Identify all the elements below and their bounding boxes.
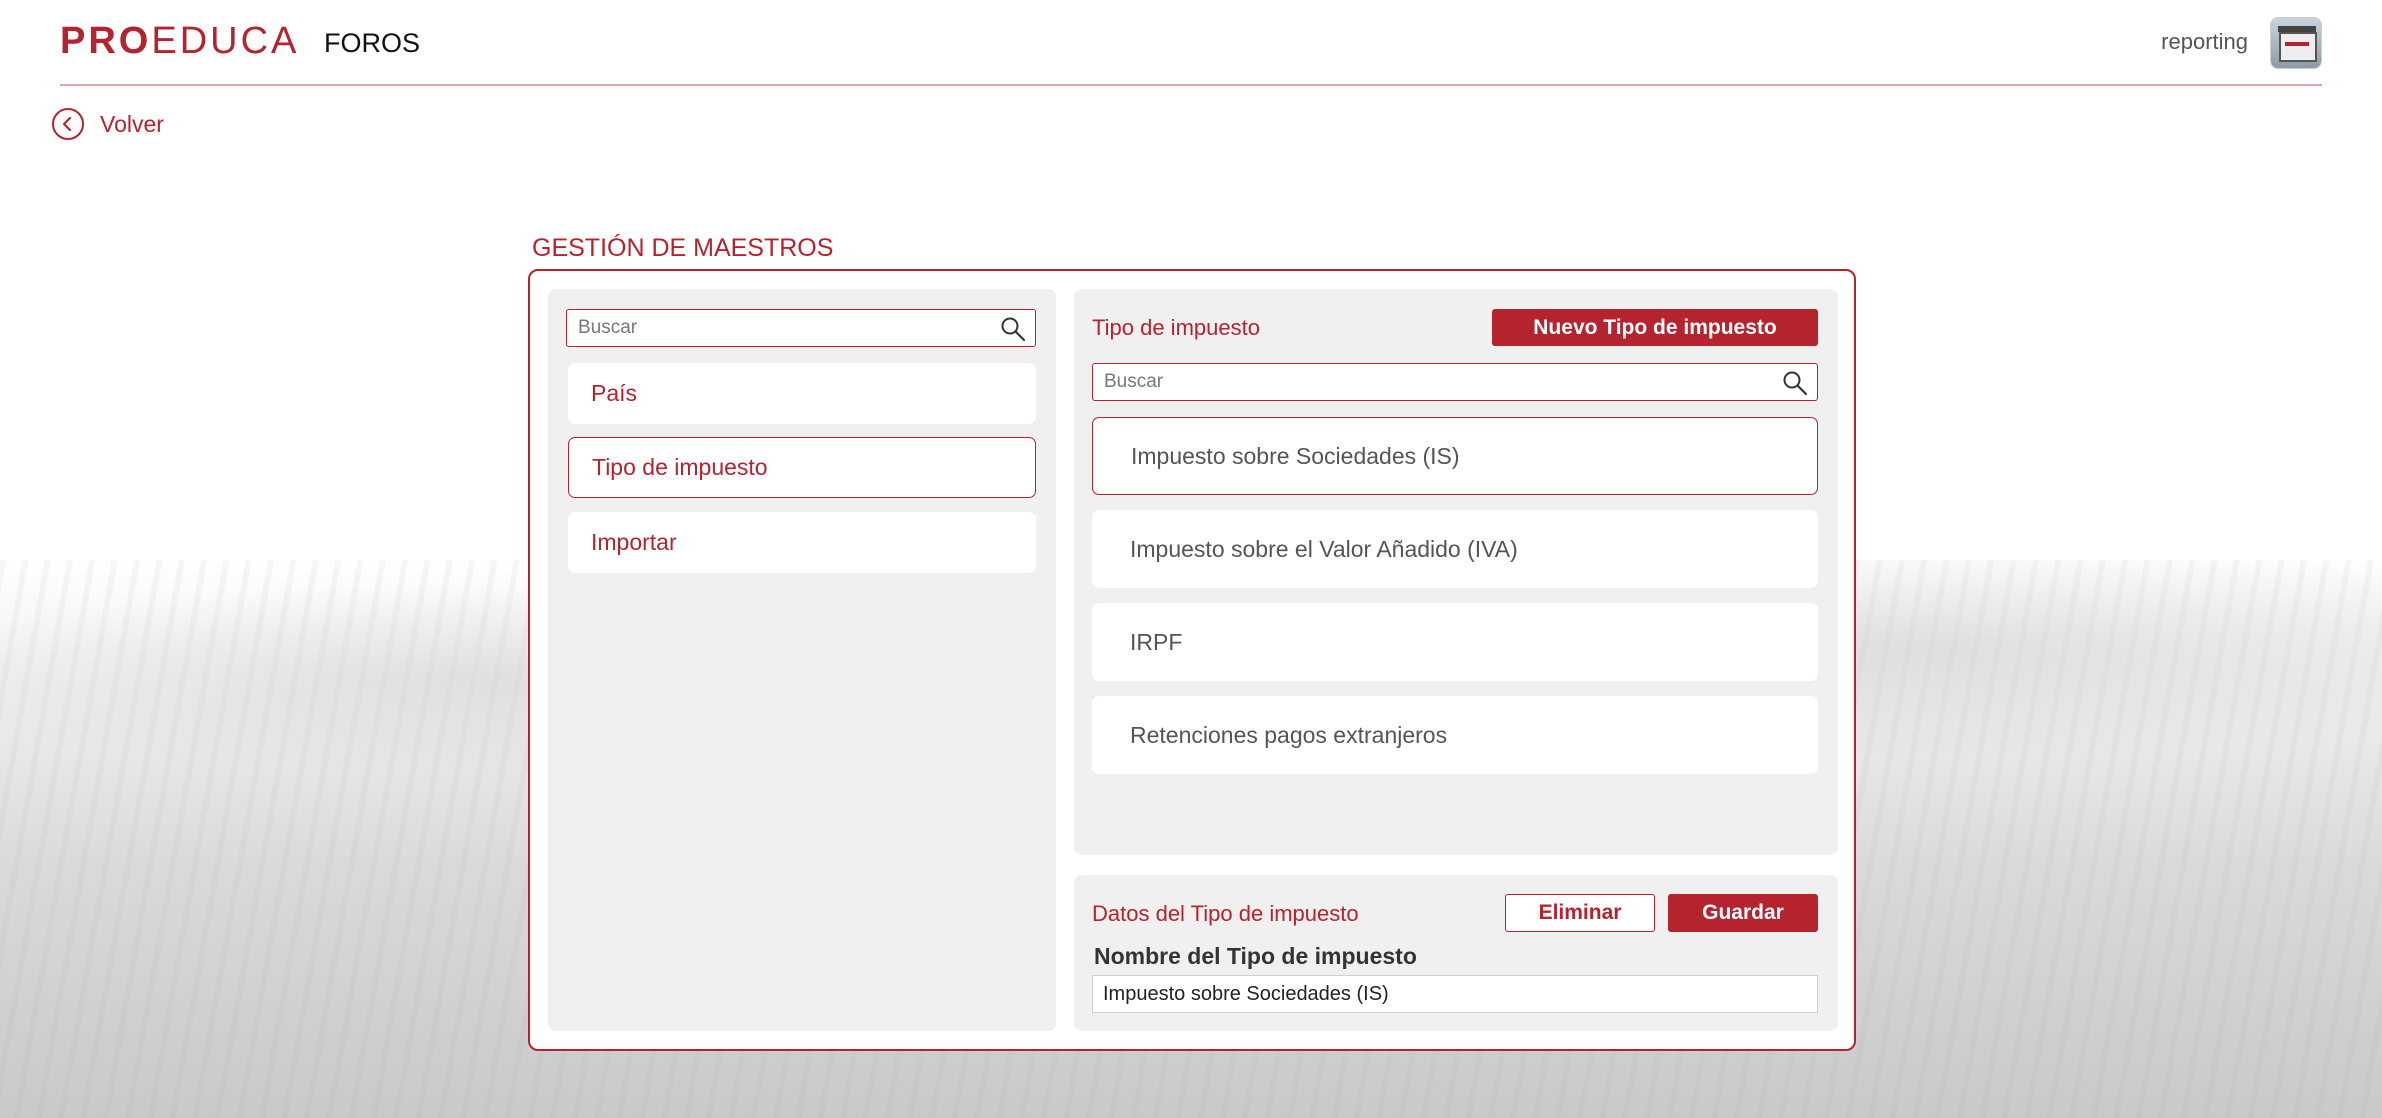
save-button[interactable]: Guardar [1668,894,1818,932]
avatar[interactable] [2270,17,2322,69]
masters-menu-panel: País Tipo de impuesto Importar [548,289,1056,1031]
tax-type-item[interactable]: Impuesto sobre el Valor Añadido (IVA) [1092,510,1818,588]
logo-pro-text: PRO [60,20,152,62]
tax-type-item[interactable]: Retenciones pagos extranjeros [1092,696,1818,774]
tax-type-name-input[interactable] [1092,975,1818,1013]
tax-type-item[interactable]: IRPF [1092,603,1818,681]
username[interactable]: reporting [2161,29,2248,55]
menu-item-tipo-de-impuesto[interactable]: Tipo de impuesto [568,437,1036,498]
list-panel-title: Tipo de impuesto [1092,315,1260,340]
menu-item-pais[interactable]: País [568,363,1036,424]
back-label: Volver [100,110,164,137]
building-icon [2278,26,2317,62]
tax-type-list-panel: Tipo de impuesto Nuevo Tipo de impuesto … [1074,289,1838,855]
search-icon[interactable] [1781,369,1809,397]
back-button[interactable]: Volver [52,108,164,140]
tax-type-detail-panel: Datos del Tipo de impuesto Eliminar Guar… [1074,875,1838,1031]
new-tax-type-button[interactable]: Nuevo Tipo de impuesto [1492,309,1818,346]
app-name: FOROS [324,28,421,58]
delete-button[interactable]: Eliminar [1505,894,1655,932]
tax-type-search [1092,363,1818,401]
search-icon[interactable] [999,315,1027,343]
proeduca-logo[interactable]: PRO EDUCA [60,20,299,63]
top-bar: PRO EDUCA FOROS reporting [60,0,2322,86]
tax-type-search-input[interactable] [1104,364,1778,400]
tax-type-name-label: Nombre del Tipo de impuesto [1094,943,1417,969]
detail-panel-title: Datos del Tipo de impuesto [1092,901,1359,926]
menu-search-input[interactable] [578,310,996,346]
chevron-left-icon [52,108,84,140]
menu-search [566,309,1036,347]
page-title: GESTIÓN DE MAESTROS [532,234,834,262]
menu-item-importar[interactable]: Importar [568,512,1036,573]
tax-type-item[interactable]: Impuesto sobre Sociedades (IS) [1092,417,1818,495]
logo-educa-text: EDUCA [151,20,300,62]
masters-frame: País Tipo de impuesto Importar Tipo de i… [528,269,1856,1051]
